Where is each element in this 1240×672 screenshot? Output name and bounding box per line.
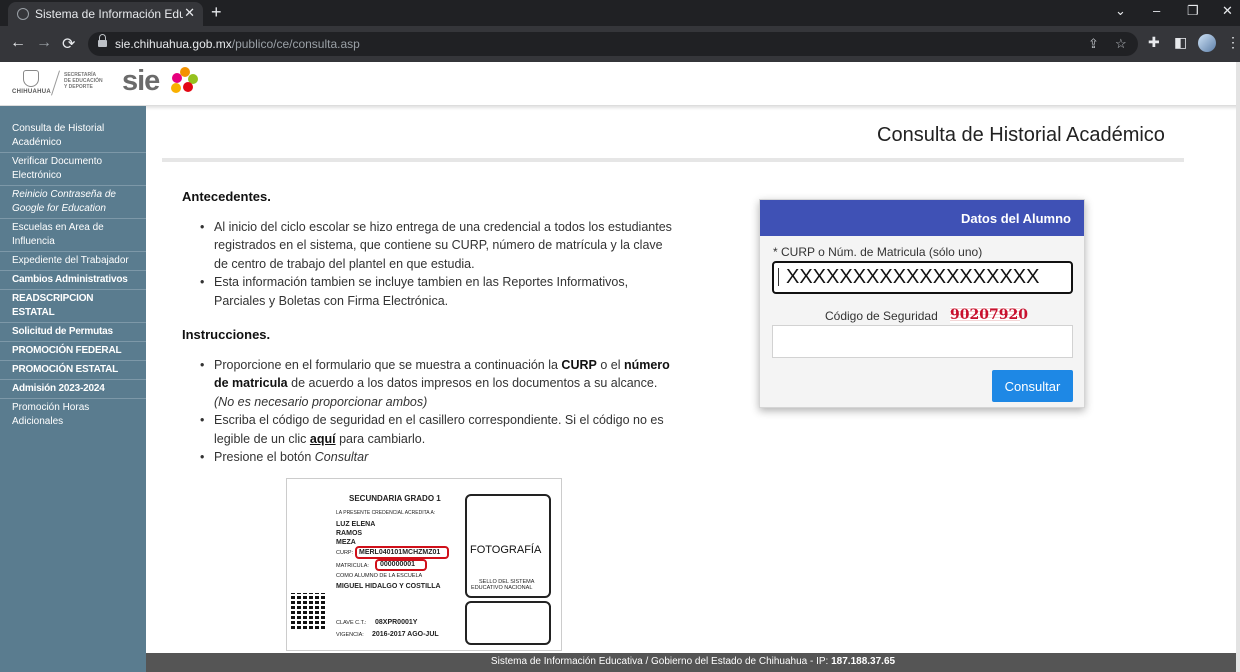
student-form-panel: Datos del Alumno * CURP o Núm. de Matric… [759,199,1085,408]
list-item: Presione el botón Consultar [200,448,672,467]
refresh-captcha-link[interactable]: aquí [310,432,336,446]
security-code-input[interactable] [772,325,1073,358]
sidebar-item-historial[interactable]: Consulta de Historial Académico [0,106,146,153]
sidebar-item-horas-adicionales[interactable]: Promoción Horas Adicionales [0,399,146,431]
signature-box [465,601,551,645]
close-tab-icon[interactable]: ✕ [184,5,195,21]
favicon-icon [17,8,29,20]
profile-avatar[interactable] [1198,34,1216,52]
text-cursor [778,268,779,286]
sidebar-item-permutas[interactable]: Solicitud de Permutas [0,323,146,342]
curp-input[interactable] [772,261,1073,294]
sidebar-item-promocion-federal[interactable]: PROMOCIÓN FEDERAL [0,342,146,361]
sie-logo[interactable]: sie [122,65,160,98]
chihuahua-logo: CHIHUAHUA [12,70,51,100]
list-item: Al inicio del ciclo escolar se hizo entr… [200,218,672,274]
address-bar[interactable]: sie.chihuahua.gob.mx/publico/ce/consulta… [88,32,1138,56]
lock-icon[interactable] [98,34,107,48]
forward-icon[interactable]: → [36,34,52,52]
browser-toolbar: ← → ⟳ sie.chihuahua.gob.mx/publico/ce/co… [0,26,1240,62]
instrucciones-list: Proporcione en el formulario que se mues… [182,356,672,467]
url-text: sie.chihuahua.gob.mx/publico/ce/consulta… [115,37,360,51]
qr-code-icon [291,593,327,629]
list-item: Escriba el código de seguridad en el cas… [200,411,672,448]
secretaria-logo: SECRETARÍA DE EDUCACIÓN Y DEPORTE [64,72,103,90]
menu-icon[interactable]: ⋮ [1226,34,1240,51]
photo-box: FOTOGRAFÍA SELLO DEL SISTEMA EDUCATIVO N… [465,494,551,598]
instrucciones-heading: Instrucciones. [182,327,271,342]
credential-sample-image: SECUNDARIA GRADO 1 LA PRESENTE CREDENCIA… [286,478,562,651]
sidebar: Consulta de Historial Académico Verifica… [0,106,146,672]
scrollbar[interactable] [1236,62,1240,672]
tab-title: Sistema de Información Educativa [35,7,183,21]
sidebar-item-expediente[interactable]: Expediente del Trabajador [0,252,146,271]
list-item: Esta información tambien se incluye tamb… [200,273,672,310]
sidebar-item-readscripcion[interactable]: READSCRIPCION ESTATAL [0,290,146,323]
back-icon[interactable]: ← [10,34,26,52]
form-header: Datos del Alumno [760,200,1084,236]
new-tab-icon[interactable]: + [211,2,222,23]
share-icon[interactable]: ⇪ [1088,36,1099,52]
close-window-icon[interactable]: ✕ [1222,3,1233,19]
title-divider [162,158,1184,162]
curp-label: * CURP o Núm. de Matricula (sólo uno) [773,245,983,259]
sidebar-item-promocion-estatal[interactable]: PROMOCIÓN ESTATAL [0,361,146,380]
antecedentes-heading: Antecedentes. [182,189,271,204]
minimize-icon[interactable]: – [1153,3,1160,18]
site-header: CHIHUAHUA SECRETARÍA DE EDUCACIÓN Y DEPO… [0,62,1240,106]
security-code-label: Código de Seguridad [825,309,938,323]
browser-tab-bar: Sistema de Información Educativa ✕ + ⌄ –… [0,0,1240,26]
sidebar-item-admision[interactable]: Admisión 2023-2024 [0,380,146,399]
side-panel-icon[interactable]: ◧ [1174,34,1187,51]
browser-tab[interactable]: Sistema de Información Educativa ✕ [8,2,203,26]
restore-icon[interactable]: ❐ [1187,3,1199,19]
captcha-image[interactable]: 90207920 [950,307,1028,323]
sidebar-item-cambios[interactable]: Cambios Administrativos [0,271,146,290]
page-title: Consulta de Historial Académico [877,124,1165,146]
reload-icon[interactable]: ⟳ [62,34,75,54]
logo-divider [51,70,60,96]
sidebar-item-escuelas[interactable]: Escuelas en Area de Influencia [0,219,146,252]
bookmark-star-icon[interactable]: ☆ [1115,36,1127,52]
tab-search-icon[interactable]: ⌄ [1115,3,1126,19]
instructions-content: Antecedentes. Al inicio del ciclo escola… [182,188,672,467]
sidebar-item-verificar[interactable]: Verificar Documento Electrónico [0,153,146,186]
consultar-button[interactable]: Consultar [992,370,1073,402]
list-item: Proporcione en el formulario que se mues… [200,356,672,412]
footer: Sistema de Información Educativa / Gobie… [146,653,1240,672]
sidebar-item-google-reset[interactable]: Reinicio Contraseña de Google for Educat… [0,186,146,219]
extensions-icon[interactable]: ✚ [1148,34,1160,51]
antecedentes-list: Al inicio del ciclo escolar se hizo entr… [182,218,672,311]
